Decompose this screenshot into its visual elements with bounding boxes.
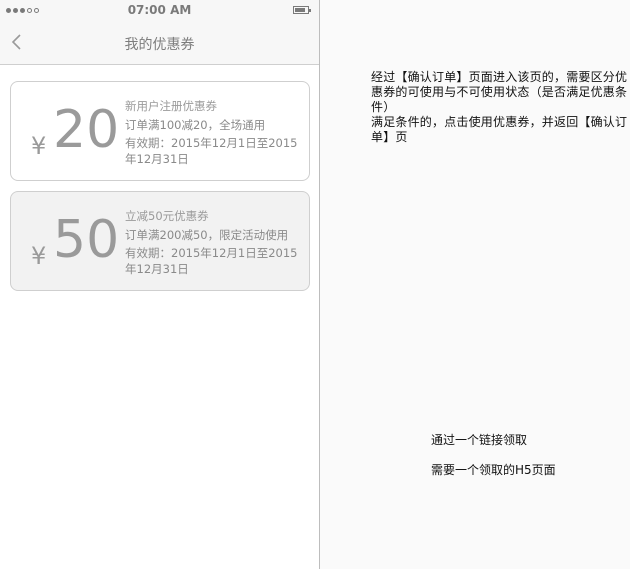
currency-symbol: ¥ (31, 132, 47, 160)
coupon-name: 新用户注册优惠券 (125, 99, 217, 113)
coupon-validity: 有效期：2015年12月1日至2015年12月31日 (125, 136, 298, 166)
back-button[interactable] (4, 28, 30, 58)
status-time: 07:00 AM (127, 3, 192, 17)
coupon-validity: 有效期：2015年12月1日至2015年12月31日 (125, 246, 298, 276)
annotation-line: 经过【确认订单】页面进入该页的，需要区分优惠券的可使用与不可使用状态（是否满足优… (371, 70, 628, 114)
phone-mockup: 07:00 AM 我的优惠券 ¥ 20 新用户注册优惠券 订单满100减20，全… (0, 0, 320, 569)
coupon-card-unavailable[interactable]: ¥ 50 立减50元优惠券 订单满200减50，限定活动使用 有效期：2015年… (10, 191, 310, 291)
page-title: 我的优惠券 (124, 37, 195, 53)
currency-symbol: ¥ (31, 242, 47, 270)
annotation-note-h5: 需要一个领取的H5页面 (431, 463, 556, 477)
nav-bar: 我的优惠券 (0, 22, 319, 65)
battery-icon (293, 6, 311, 14)
annotation-line: 满足条件的，点击使用优惠券，并返回【确认订单】页 (371, 115, 628, 144)
annotation-note-usage: 经过【确认订单】页面进入该页的，需要区分优惠券的可使用与不可使用状态（是否满足优… (371, 70, 630, 145)
coupon-info: 立减50元优惠券 订单满200减50，限定活动使用 有效期：2015年12月1日… (125, 208, 305, 277)
coupon-amount: 20 (53, 100, 120, 160)
annotation-note-link: 通过一个链接领取 (431, 433, 528, 447)
coupon-info: 新用户注册优惠券 订单满100减20，全场通用 有效期：2015年12月1日至2… (125, 98, 305, 167)
coupon-name: 立减50元优惠券 (125, 209, 209, 223)
coupon-amount: 50 (53, 210, 120, 270)
coupon-rule: 订单满200减50，限定活动使用 (125, 228, 289, 242)
chevron-left-icon (11, 34, 21, 50)
status-bar: 07:00 AM (0, 0, 319, 22)
coupon-card-available[interactable]: ¥ 20 新用户注册优惠券 订单满100减20，全场通用 有效期：2015年12… (10, 81, 310, 181)
coupon-rule: 订单满100减20，全场通用 (125, 118, 266, 132)
